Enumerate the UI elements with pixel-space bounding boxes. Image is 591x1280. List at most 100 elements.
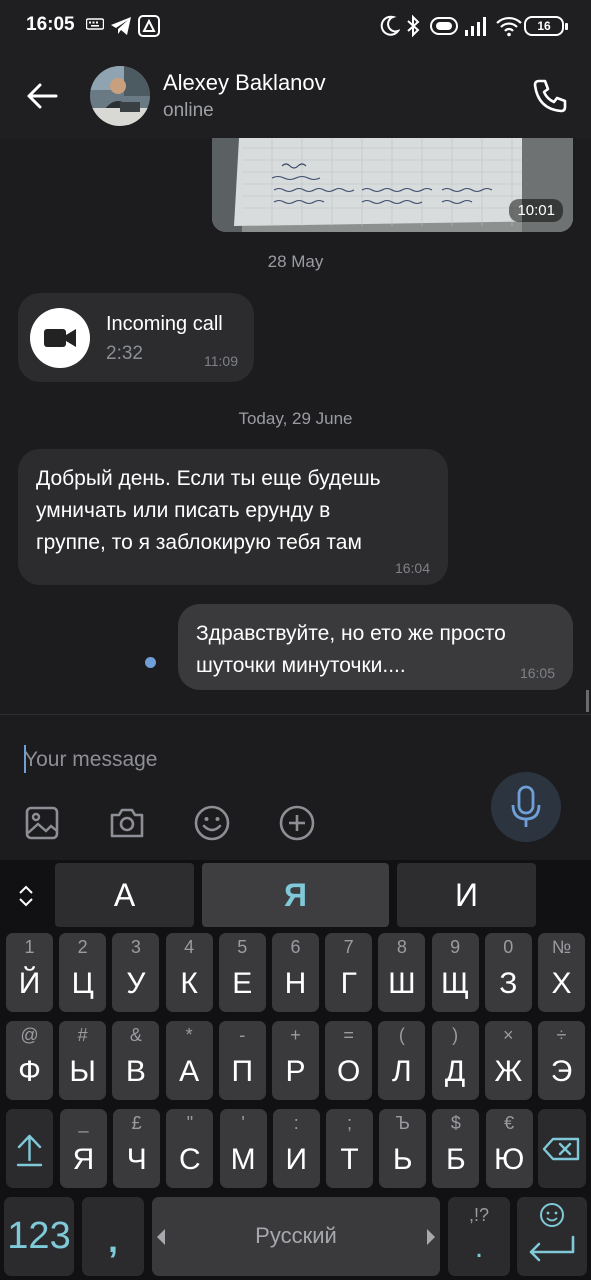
signal-icon [464, 15, 490, 42]
call-button[interactable] [530, 76, 570, 116]
chat-header: Alexey Baklanov online [0, 52, 591, 138]
letter-key[interactable]: 0З [484, 933, 532, 1012]
smiley-icon [194, 805, 230, 841]
message-line: Здравствуйте, но ето же просто [196, 622, 506, 645]
suggestion-item[interactable]: И [397, 863, 536, 927]
key-label: У [126, 967, 146, 1000]
letter-key[interactable]: " С [166, 1109, 214, 1188]
letter-key[interactable]: £ Ч [113, 1109, 161, 1188]
key-label: Г [340, 967, 357, 1000]
key-hint: & [129, 1025, 142, 1045]
scrollbar[interactable] [586, 690, 589, 712]
key-hint: $ [450, 1113, 461, 1133]
letter-key[interactable]: # Ы [59, 1021, 107, 1100]
shift-key[interactable] [6, 1109, 53, 1188]
contact-name[interactable]: Alexey Baklanov [163, 70, 326, 96]
letter-key[interactable]: -П [218, 1021, 266, 1100]
key-label: Е [232, 967, 253, 1000]
wifi-icon [496, 15, 522, 42]
gallery-button[interactable] [24, 805, 60, 841]
letter-key[interactable]: 4К [165, 933, 213, 1012]
letter-key[interactable]: ÷ Э [538, 1021, 585, 1100]
letter-key[interactable]: @ Ф [6, 1021, 53, 1100]
period-key[interactable]: ,!? . [448, 1197, 510, 1276]
letter-key[interactable]: ЪЬ [379, 1109, 427, 1188]
space-key[interactable]: Русский [152, 1197, 440, 1276]
key-hint: ÷ [556, 1025, 567, 1045]
incoming-message[interactable]: Добрый день. Если ты еще будешь умничать… [18, 449, 448, 585]
text-cursor [24, 745, 26, 773]
composer [0, 714, 591, 860]
letter-key[interactable]: (Л [378, 1021, 426, 1100]
key-label: Я [72, 1143, 95, 1176]
key-label: Щ [441, 967, 470, 1000]
call-duration: 2:32 [106, 343, 143, 364]
letter-key[interactable]: ; Т [326, 1109, 373, 1188]
enter-key[interactable] [517, 1197, 587, 1276]
letter-key[interactable]: ' М [219, 1109, 267, 1188]
letter-key[interactable]: 3У [112, 933, 160, 1012]
letter-key[interactable]: 8Ш [378, 933, 426, 1012]
letter-key[interactable]: 9Щ [431, 933, 479, 1012]
message-line: умничать или писать ерунду в [36, 499, 331, 522]
app-notification-icon [138, 15, 160, 42]
letter-key[interactable]: :И [272, 1109, 320, 1188]
key-label: . [474, 1231, 484, 1264]
key-label: Д [444, 1055, 466, 1088]
letter-key[interactable]: + Р [272, 1021, 319, 1100]
numbers-key[interactable]: 123 [4, 1197, 74, 1276]
key-hint: - [239, 1025, 246, 1045]
key-hint: = [343, 1025, 354, 1045]
letter-key[interactable]: 2Ц [59, 933, 107, 1012]
letter-key[interactable]: 7Г [325, 933, 373, 1012]
key-label: Ж [494, 1055, 523, 1088]
letter-key[interactable]: * А [165, 1021, 213, 1100]
keyboard: А Я И 1 Й 2 Ц 3 У 4 К 5 Е 6 Н 7 Г 8 Ш 9 Щ 0 З № Х @ Ф # Ы & В * А - П + Р… [0, 860, 591, 1280]
message-input[interactable] [24, 743, 474, 777]
message-time: 16:04 [394, 560, 430, 576]
emoji-button[interactable] [194, 805, 230, 841]
letter-key[interactable]: 6Н [272, 933, 319, 1012]
letter-key[interactable]: № Х [538, 933, 585, 1012]
camera-button[interactable] [109, 805, 145, 841]
voice-message-button[interactable] [491, 772, 561, 842]
key-hint: Ъ [395, 1113, 410, 1133]
key-hint: 0 [503, 937, 514, 957]
letter-key[interactable]: ) Д [431, 1021, 479, 1100]
unread-indicator [145, 657, 156, 668]
back-button[interactable] [22, 76, 62, 116]
key-label: Х [551, 967, 572, 1000]
letter-key[interactable]: × Ж [484, 1021, 532, 1100]
comma-key[interactable]: , [82, 1197, 144, 1276]
letter-key[interactable]: = О [325, 1021, 373, 1100]
letter-key[interactable]: $ Б [432, 1109, 480, 1188]
key-hint: 4 [184, 937, 195, 957]
call-title: Incoming call [106, 313, 223, 335]
letter-key[interactable]: & В [112, 1021, 160, 1100]
key-hint: 8 [396, 937, 407, 957]
letter-key[interactable]: 5Е [218, 933, 266, 1012]
photo-message[interactable]: 10:01 [212, 138, 573, 232]
letter-key[interactable]: 1Й [6, 933, 53, 1012]
suggestion-item[interactable]: Я [202, 863, 389, 927]
suggestion-expand-button[interactable] [10, 876, 42, 916]
contact-status: online [163, 100, 214, 121]
key-hint: @ [20, 1025, 39, 1045]
key-hint: " [186, 1113, 194, 1133]
backspace-key[interactable] [538, 1109, 586, 1188]
message-list[interactable]: 10:01 28 May Incoming call 2:32 11:09 To… [0, 138, 591, 714]
attach-button[interactable] [279, 805, 315, 841]
call-message[interactable]: Incoming call 2:32 11:09 [18, 293, 254, 382]
key-label: М [230, 1143, 256, 1176]
letter-key[interactable]: € Ю [485, 1109, 533, 1188]
key-label: И [285, 1143, 308, 1176]
suggestion-item[interactable]: А [55, 863, 194, 927]
contact-avatar[interactable] [90, 66, 150, 126]
keyboard-notification-icon [85, 17, 105, 36]
letter-key[interactable]: _ Я [60, 1109, 107, 1188]
key-label: Ф [18, 1055, 41, 1088]
vibrate-toggle-icon [430, 17, 458, 40]
key-hint: ; [346, 1113, 352, 1133]
outgoing-message[interactable]: Здравствуйте, но ето же просто шуточки м… [178, 604, 573, 690]
key-hint: 5 [237, 937, 248, 957]
